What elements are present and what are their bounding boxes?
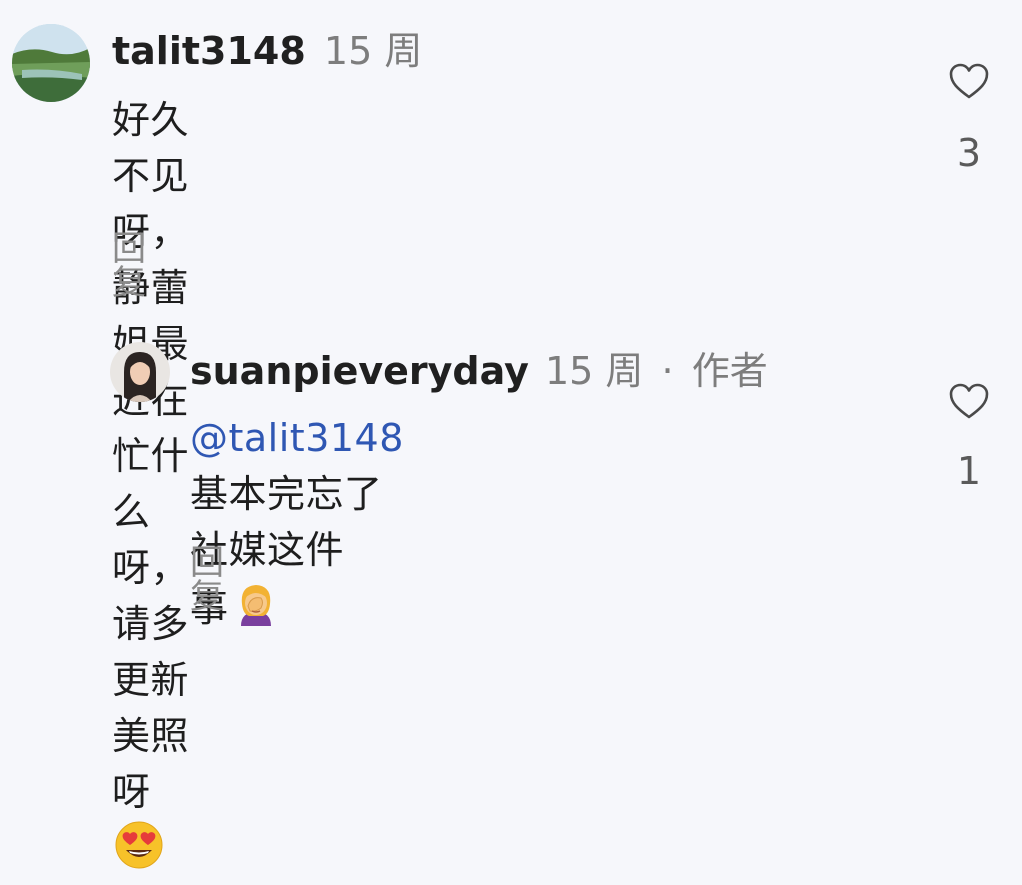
like-count: 1 [956,449,982,493]
comment-text-line: 好久不见呀，静蕾姐最近在忙什么 [112,98,190,534]
reply-button[interactable]: 回复 [112,232,146,300]
reply-button[interactable]: 回复 [190,546,224,614]
woman-facepalming-emoji-icon [231,578,281,628]
heart-eyes-emoji-icon [114,820,164,870]
comment-username[interactable]: suanpieveryday [190,349,529,393]
author-badge: 作者 [691,349,768,393]
heart-icon[interactable] [948,62,990,100]
heart-icon[interactable] [948,382,990,420]
mention-link[interactable]: @talit3148 [190,416,404,460]
comment-username[interactable]: talit3148 [112,29,306,73]
avatar[interactable] [110,342,170,402]
comment-timestamp: 15 周 [544,349,644,393]
comment-text-line-content: 呀，请多更新美照呀 [112,546,190,814]
separator-dot: · [661,349,674,393]
like-count: 3 [956,131,982,175]
comment-text-line: 呀，请多更新美照呀 [112,540,189,878]
comment-text: 好久不见呀，静蕾姐最近在忙什么 呀，请多更新美照呀 [112,92,189,878]
avatar[interactable] [12,24,90,102]
comment-timestamp: 15 周 [323,29,423,73]
